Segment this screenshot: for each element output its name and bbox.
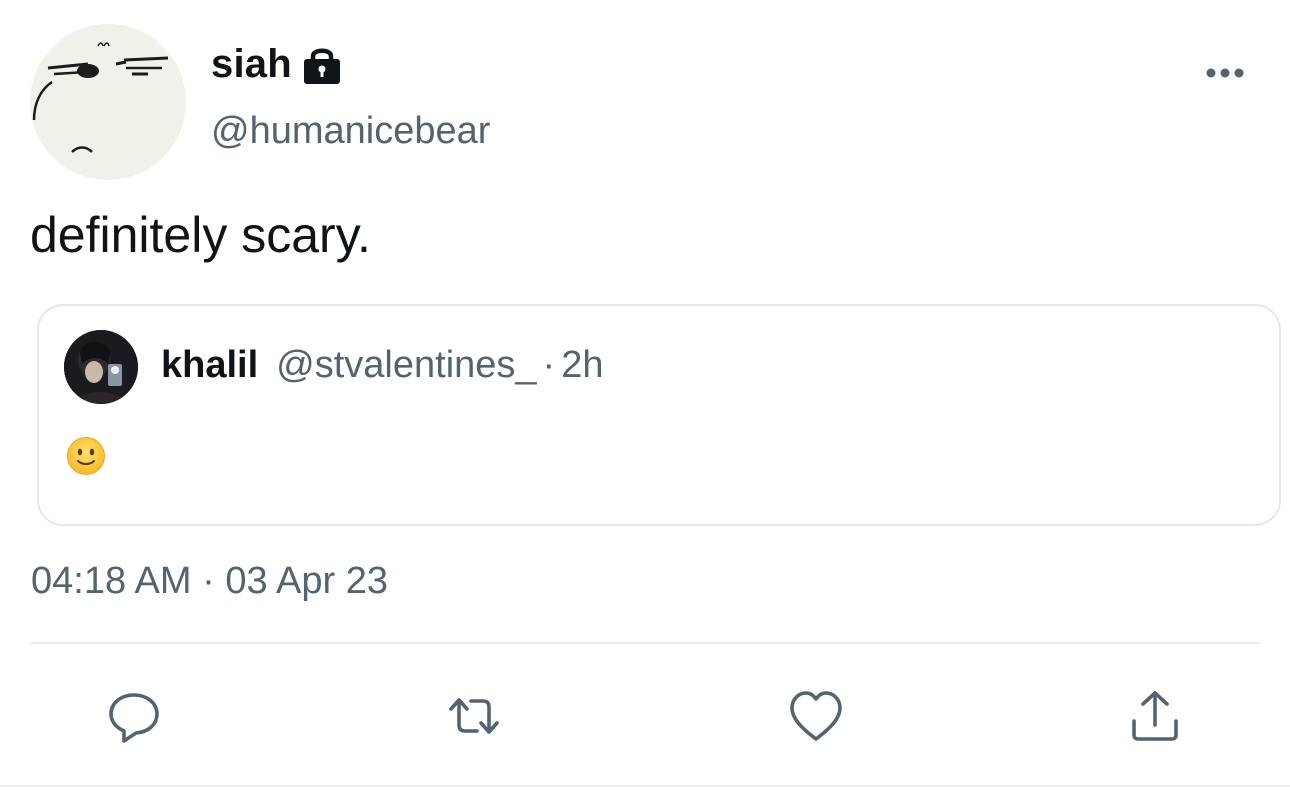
more-horizontal-icon	[1206, 68, 1244, 78]
quoted-tweet-body	[66, 436, 106, 476]
quoted-tweet-header: khalil @stvalentines_ · 2h	[161, 344, 603, 387]
tweet-text: definitely scary.	[30, 207, 371, 263]
like-button[interactable]	[786, 686, 846, 746]
author-name-text: siah	[211, 42, 292, 86]
tweet-timestamp[interactable]: 04:18 AM · 03 Apr 23	[31, 560, 388, 603]
quoted-avatar-photo	[64, 330, 138, 404]
author-avatar[interactable]	[30, 24, 186, 180]
author-handle[interactable]: @humanicebear	[211, 110, 490, 153]
lock-icon	[300, 44, 344, 86]
divider	[30, 642, 1260, 644]
share-button[interactable]	[1125, 686, 1185, 746]
share-icon	[1132, 691, 1178, 741]
retweet-button[interactable]	[444, 686, 504, 746]
author-display-name[interactable]: siah	[211, 42, 344, 87]
quoted-relative-time: 2h	[561, 344, 604, 386]
quoted-author-name[interactable]: khalil	[161, 344, 258, 386]
heart-icon	[790, 691, 842, 741]
quoted-separator: ·	[542, 344, 556, 386]
quoted-author-handle[interactable]: @stvalentines_	[276, 344, 536, 386]
slightly-smiling-face-emoji	[67, 437, 105, 475]
reply-icon	[109, 693, 159, 743]
bottom-divider	[0, 785, 1290, 787]
reply-button[interactable]	[104, 686, 164, 746]
retweet-icon	[449, 698, 499, 734]
quoted-author-avatar[interactable]	[64, 330, 138, 404]
more-options-button[interactable]	[1200, 58, 1250, 88]
ice-bear-face-avatar	[30, 24, 186, 180]
quoted-tweet-card[interactable]: khalil @stvalentines_ · 2h	[37, 304, 1281, 526]
